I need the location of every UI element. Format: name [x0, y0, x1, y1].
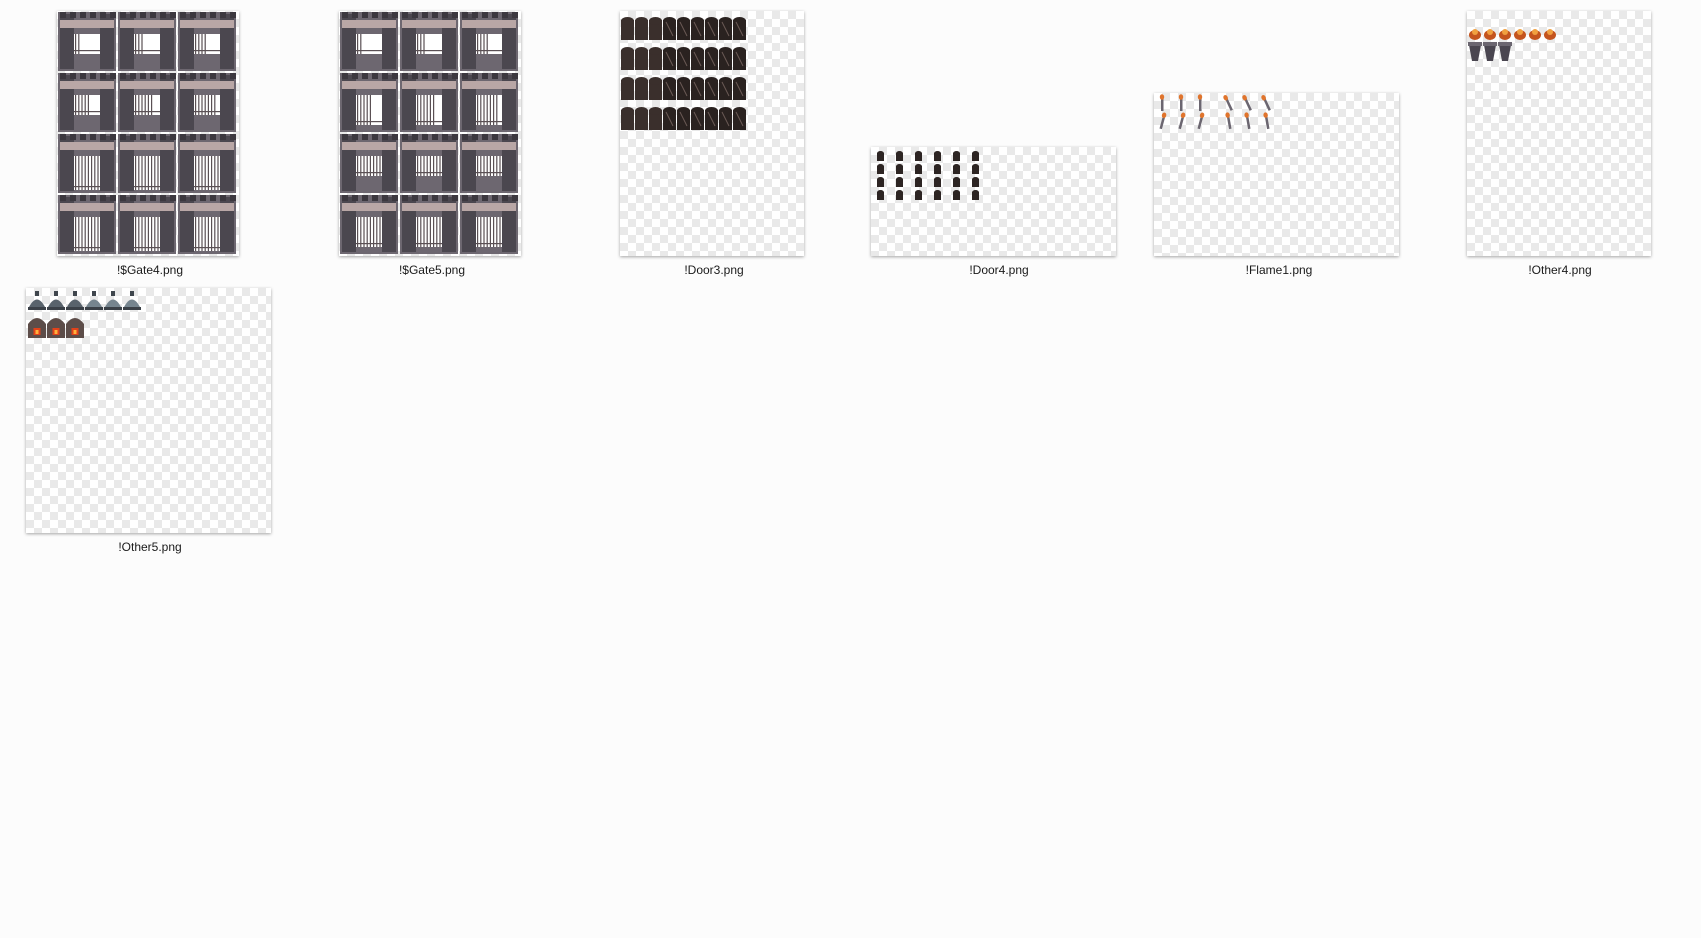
- file-item-gate4[interactable]: !$Gate4.png: [40, 8, 260, 280]
- gate4-thumbnail: [57, 11, 239, 256]
- file-item-other5[interactable]: !Other5.png: [26, 285, 271, 557]
- door4-thumbnail: [871, 147, 1116, 256]
- file-name-label: !$Gate4.png: [116, 263, 184, 277]
- file-view-pane[interactable]: !$Gate4.png !$Gate5.png !Door3.png !Door…: [0, 0, 1701, 938]
- door-tileset-icon: [877, 151, 979, 200]
- bell-furnace-tileset-icon: [28, 291, 141, 338]
- brazier-tileset-icon: [1468, 29, 1556, 61]
- door3-thumbnail: [620, 11, 804, 256]
- file-name-label: !Flame1.png: [1245, 263, 1313, 277]
- other5-thumbnail: [26, 288, 271, 533]
- file-item-flame1[interactable]: !Flame1.png: [1154, 8, 1399, 280]
- file-item-gate5[interactable]: !$Gate5.png: [322, 8, 542, 280]
- file-name-label: !Other5.png: [118, 540, 182, 554]
- file-name-label: !Door4.png: [969, 263, 1029, 277]
- gate-tileset-icon: [58, 12, 236, 254]
- file-name-label: !Other4.png: [1528, 263, 1592, 277]
- torch-tileset-icon: [1159, 94, 1271, 130]
- file-item-door4[interactable]: !Door4.png: [871, 8, 1116, 280]
- gate-tileset-icon: [340, 12, 518, 254]
- file-name-label: !Door3.png: [684, 263, 744, 277]
- gate5-thumbnail: [339, 11, 521, 256]
- file-item-door3[interactable]: !Door3.png: [604, 8, 824, 280]
- flame1-thumbnail: [1154, 93, 1399, 256]
- file-item-other4[interactable]: !Other4.png: [1450, 8, 1670, 280]
- file-name-label: !$Gate5.png: [398, 263, 466, 277]
- door-tileset-icon: [621, 17, 746, 130]
- other4-thumbnail: [1467, 11, 1651, 256]
